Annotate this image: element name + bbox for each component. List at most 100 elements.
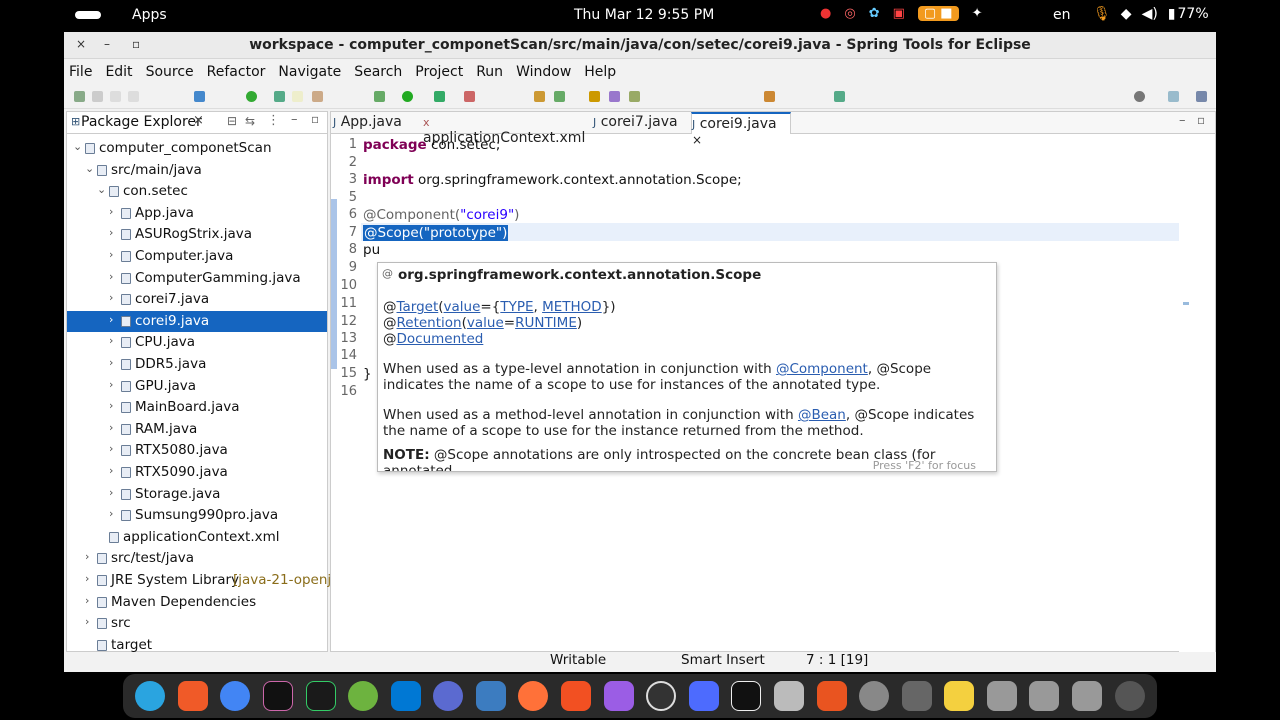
chevron-right-icon[interactable]: ›	[109, 464, 113, 477]
language-indicator[interactable]: en	[1053, 7, 1071, 23]
tree-item[interactable]: › corei7.java	[67, 289, 327, 310]
documented-link[interactable]: Documented	[397, 331, 484, 347]
chevron-right-icon[interactable]: ›	[109, 205, 113, 218]
menu-navigate[interactable]: Navigate	[278, 64, 341, 80]
search-toolbar-icon[interactable]	[609, 91, 620, 102]
bean-link[interactable]: @Bean	[798, 407, 846, 423]
close-icon[interactable]: ×	[193, 113, 204, 128]
type-link[interactable]: TYPE	[500, 299, 533, 315]
clock[interactable]: Thu Mar 12 9:55 PM	[574, 7, 714, 23]
menu-refactor[interactable]: Refactor	[207, 64, 266, 80]
obs-icon[interactable]	[646, 681, 677, 711]
maximize-view-icon[interactable]: ▫	[311, 112, 319, 126]
chevron-down-icon[interactable]: ⌄	[85, 162, 94, 175]
open-task-icon[interactable]	[274, 91, 285, 102]
menu-help[interactable]: Help	[584, 64, 616, 80]
tree-item[interactable]: › App.java	[67, 203, 327, 224]
chevron-right-icon[interactable]: ›	[109, 486, 113, 499]
chevron-right-icon[interactable]: ›	[109, 378, 113, 391]
battery-icon[interactable]: ▮	[1168, 6, 1176, 22]
software-icon[interactable]	[816, 681, 847, 711]
text-editor-icon[interactable]	[944, 681, 975, 711]
terminal-icon[interactable]	[194, 91, 205, 102]
tree-item[interactable]: › RAM.java	[67, 419, 327, 440]
value-link[interactable]: value	[467, 315, 504, 331]
disk-icon[interactable]	[986, 681, 1017, 711]
settings-icon[interactable]	[901, 681, 932, 711]
tree-item[interactable]: › Storage.java	[67, 484, 327, 505]
minimize-editor-icon[interactable]: –	[1179, 113, 1186, 128]
tree-item[interactable]: ⌄ con.setec	[67, 181, 327, 202]
chevron-right-icon[interactable]: ›	[109, 442, 113, 455]
chevron-right-icon[interactable]: ›	[85, 550, 89, 563]
tree-item[interactable]: › src/test/java	[67, 548, 327, 569]
tree-item[interactable]: › RTX5090.java	[67, 462, 327, 483]
mark-occurrences-icon[interactable]	[292, 91, 303, 102]
tree-item[interactable]: applicationContext.xml	[67, 527, 327, 548]
disk-icon[interactable]	[1072, 681, 1102, 711]
tree-item[interactable]: › CPU.java	[67, 332, 327, 353]
menu-search[interactable]: Search	[354, 64, 402, 80]
apps-button[interactable]: Apps	[132, 7, 167, 23]
settings-gear-icon[interactable]	[859, 681, 890, 711]
virtualbox-icon[interactable]	[475, 681, 506, 711]
chevron-right-icon[interactable]: ›	[85, 615, 89, 628]
vscode-icon[interactable]	[390, 681, 421, 711]
ubuntu-icon[interactable]	[1114, 681, 1145, 711]
screen-cast-icon[interactable]: ▢ ■	[917, 6, 959, 21]
maximize-editor-icon[interactable]: ▫	[1197, 113, 1205, 127]
workspace-indicator[interactable]	[75, 11, 101, 19]
record-icon[interactable]: ●	[820, 6, 831, 21]
accessibility-icon[interactable]: ✦	[972, 6, 983, 21]
microphone-icon[interactable]: 🎙	[1093, 6, 1111, 22]
target-link[interactable]: Target	[397, 299, 439, 315]
component-link[interactable]: @Component	[776, 361, 868, 377]
status-insert-mode[interactable]: Smart Insert	[681, 652, 765, 668]
tree-item[interactable]: › corei9.java	[67, 310, 327, 332]
chevron-right-icon[interactable]: ›	[109, 399, 113, 412]
tree-item[interactable]: › DDR5.java	[67, 354, 327, 375]
link-editor-icon[interactable]: ⇆	[245, 114, 255, 128]
back-icon[interactable]	[764, 91, 775, 102]
tree-item[interactable]: › Computer.java	[67, 246, 327, 267]
app-indicator-icon[interactable]: ◎	[844, 6, 855, 21]
menu-run[interactable]: Run	[476, 64, 503, 80]
chevron-right-icon[interactable]: ›	[109, 356, 113, 369]
tree-item[interactable]: › ComputerGamming.java	[67, 268, 327, 289]
chevron-right-icon[interactable]: ›	[109, 507, 113, 520]
chevron-right-icon[interactable]: ›	[109, 270, 113, 283]
tree-item[interactable]: › RTX5080.java	[67, 440, 327, 461]
tab-corei9-java[interactable]: J corei9.java ×	[691, 112, 791, 147]
tree-item[interactable]: › src	[67, 613, 327, 634]
tree-item[interactable]: › ASURogStrix.java	[67, 224, 327, 245]
chevron-right-icon[interactable]: ›	[109, 421, 113, 434]
run-icon[interactable]	[402, 91, 413, 102]
chevron-right-icon[interactable]: ›	[109, 313, 113, 326]
overview-ruler[interactable]	[1179, 134, 1215, 652]
chevron-down-icon[interactable]: ⌄	[97, 183, 106, 196]
open-type-icon[interactable]	[589, 91, 600, 102]
new-icon[interactable]	[74, 91, 85, 102]
volume-icon[interactable]: ◀)	[1142, 6, 1158, 22]
telegram-icon[interactable]	[135, 681, 166, 711]
chevron-right-icon[interactable]: ›	[85, 572, 89, 585]
tab-applicationcontext-xml[interactable]: x applicationContext.xml	[423, 112, 593, 146]
tree-item[interactable]: › MainBoard.java	[67, 397, 327, 418]
collapse-all-icon[interactable]: ⊟	[227, 114, 237, 128]
print-icon[interactable]	[128, 91, 139, 102]
pycharm-icon[interactable]	[305, 681, 336, 711]
tree-item[interactable]: › JRE System Library [java-21-openjdk	[67, 570, 348, 591]
wifi-icon[interactable]: ◆	[1121, 6, 1132, 22]
runtime-link[interactable]: RUNTIME	[515, 315, 577, 331]
spring-boot-icon[interactable]	[246, 91, 257, 102]
tree-item[interactable]: › GPU.java	[67, 376, 327, 397]
chevron-right-icon[interactable]: ›	[109, 334, 113, 347]
spring-tools-icon[interactable]	[348, 681, 379, 711]
java-perspective-icon[interactable]	[1196, 91, 1207, 102]
tree-item[interactable]: › Sumsung990pro.java	[67, 505, 327, 526]
save-all-icon[interactable]	[110, 91, 121, 102]
firefox-icon[interactable]	[518, 681, 549, 711]
menu-file[interactable]: File	[69, 64, 92, 80]
tab-app-java[interactable]: J App.java	[333, 112, 423, 134]
coverage-icon[interactable]	[434, 91, 445, 102]
